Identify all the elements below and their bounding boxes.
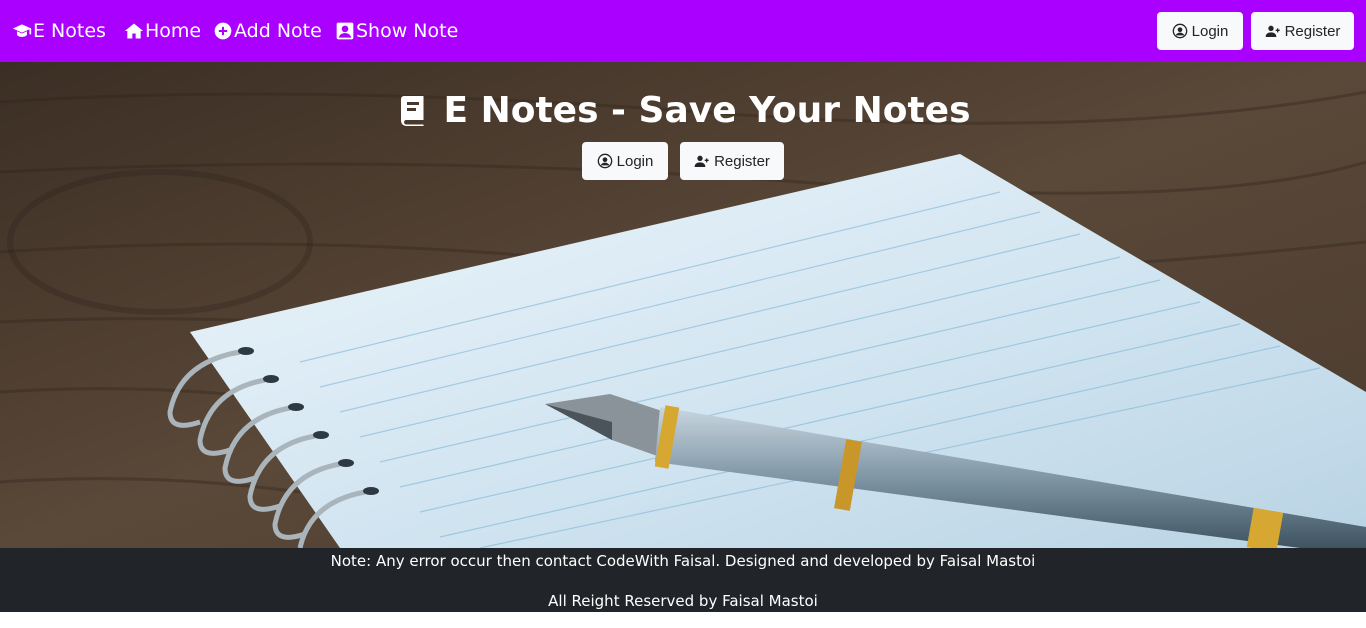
hero-login-label: Login	[616, 152, 654, 170]
footer: Note: Any error occur then contact CodeW…	[0, 548, 1366, 612]
nav-link-show-note-label: Show Note	[356, 20, 459, 42]
hero-title-text: E Notes - Save Your Notes	[443, 90, 971, 131]
nav-login-button[interactable]: Login	[1157, 12, 1243, 50]
hero-section: E Notes - Save Your Notes Login Register	[0, 62, 1366, 548]
hero-register-label: Register	[714, 152, 770, 170]
user-plus-icon	[694, 153, 710, 169]
nav-link-add-note[interactable]: Add Note	[213, 20, 322, 42]
hero-background-image	[0, 62, 1366, 548]
user-circle-icon	[597, 153, 613, 169]
nav-link-add-note-label: Add Note	[234, 20, 322, 42]
nav-link-home-label: Home	[145, 20, 202, 42]
hero-login-button[interactable]: Login	[582, 142, 668, 180]
nav-link-show-note[interactable]: Show Note	[335, 20, 458, 42]
graduation-cap-icon	[12, 21, 32, 41]
nav-link-home[interactable]: Home	[124, 20, 201, 42]
footer-note: Note: Any error occur then contact CodeW…	[330, 552, 1036, 570]
nav-register-label: Register	[1284, 22, 1341, 40]
navbar: E Notes Home Add Note Show Note Login Re…	[0, 0, 1366, 62]
brand-label: E Notes	[33, 20, 106, 42]
brand-link[interactable]: E Notes	[12, 20, 106, 42]
hero-register-button[interactable]: Register	[680, 142, 784, 180]
footer-rights: All Reight Reserved by Faisal Mastoi	[548, 592, 818, 610]
user-circle-icon	[1172, 23, 1188, 39]
user-portrait-icon	[335, 21, 355, 41]
nav-login-label: Login	[1191, 22, 1229, 40]
home-icon	[124, 21, 144, 41]
nav-register-button[interactable]: Register	[1251, 12, 1354, 50]
plus-circle-icon	[213, 21, 233, 41]
book-icon	[395, 93, 431, 129]
user-plus-icon	[1265, 23, 1281, 39]
hero-title: E Notes - Save Your Notes	[0, 90, 1366, 131]
